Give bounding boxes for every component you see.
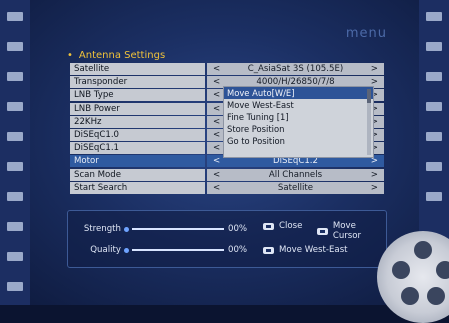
popup-item-fine-tuning[interactable]: Fine Tuning [1]: [224, 111, 373, 123]
help-move-west-east: Move West-East: [263, 245, 348, 255]
row-label: Transponder: [70, 76, 205, 89]
film-hole: [7, 282, 23, 291]
title-bullet-icon: •: [67, 50, 73, 61]
scrollbar-thumb[interactable]: [367, 89, 371, 103]
arrow-left-icon[interactable]: <: [213, 116, 220, 128]
strength-meter: Strength 00%: [76, 224, 247, 234]
reel-hole: [392, 261, 410, 279]
strength-bar: [132, 228, 224, 230]
row-value[interactable]: < C_AsiaSat 3S (105.5E) >: [207, 63, 384, 75]
arrow-key-icon: [317, 227, 328, 235]
help-move-cursor: Move Cursor: [317, 221, 386, 241]
arrow-left-icon[interactable]: <: [213, 63, 220, 75]
film-hole: [7, 42, 23, 51]
film-reel-icon: [377, 231, 449, 323]
motor-popup-menu: Move Auto[W/E] Move West-East Fine Tunin…: [223, 86, 374, 158]
page-title: • Antenna Settings: [67, 50, 165, 61]
help-close-text: Close: [279, 221, 303, 231]
arrow-left-icon[interactable]: <: [213, 103, 220, 115]
reel-hole: [414, 241, 432, 259]
row-value-text: All Channels: [268, 169, 323, 180]
reel-hole: [436, 261, 449, 279]
row-label: LNB Type: [70, 89, 205, 102]
film-hole: [426, 72, 442, 81]
quality-meter: Quality 00%: [76, 245, 247, 255]
row-label: Start Search: [70, 181, 205, 194]
settings-row-start-search[interactable]: Start Search < Satellite >: [70, 181, 384, 194]
film-hole: [7, 102, 23, 111]
film-hole: [7, 72, 23, 81]
row-value[interactable]: < All Channels >: [207, 168, 384, 181]
popup-item-store-position[interactable]: Store Position: [224, 123, 373, 135]
reel-hole: [427, 287, 445, 305]
quality-label: Quality: [90, 245, 121, 255]
film-hole: [7, 162, 23, 171]
strength-indicator-icon: [124, 226, 129, 232]
page-title-text: Antenna Settings: [78, 50, 166, 61]
film-hole: [7, 192, 23, 201]
tv-screen: menu • Antenna Settings Satellite < C_Asia…: [0, 0, 449, 323]
film-hole: [7, 222, 23, 231]
arrow-left-icon[interactable]: <: [213, 89, 220, 101]
quality-value: 00%: [228, 245, 248, 255]
arrow-right-icon[interactable]: >: [371, 182, 378, 194]
film-hole: [426, 132, 442, 141]
popup-item-move-auto[interactable]: Move Auto[W/E]: [224, 87, 373, 99]
settings-row-satellite[interactable]: Satellite < C_AsiaSat 3S (105.5E) >: [70, 63, 384, 75]
row-value-text: Satellite: [277, 182, 314, 193]
film-hole: [426, 42, 442, 51]
film-hole: [426, 192, 442, 201]
strength-label: Strength: [83, 224, 121, 234]
help-move-west-east-text: Move West-East: [279, 245, 348, 255]
film-hole: [7, 132, 23, 141]
status-panel: Strength 00% Quality 00% Close Move Curs…: [67, 210, 387, 268]
arrow-left-icon[interactable]: <: [213, 155, 220, 167]
arrow-left-icon[interactable]: <: [213, 142, 220, 154]
help-close: Close: [263, 221, 302, 231]
film-hole: [426, 102, 442, 111]
film-hole: [426, 12, 442, 21]
arrow-left-icon[interactable]: <: [213, 182, 220, 194]
exit-key-icon: [263, 222, 274, 230]
film-hole: [426, 162, 442, 171]
menu-logo: menu: [345, 26, 387, 41]
popup-item-move-west-east[interactable]: Move West-East: [224, 99, 373, 111]
film-hole: [7, 12, 23, 21]
popup-scrollbar[interactable]: [367, 89, 371, 155]
arrow-left-icon[interactable]: <: [213, 129, 220, 141]
row-label: LNB Power: [70, 102, 205, 115]
settings-row-scan-mode[interactable]: Scan Mode < All Channels >: [70, 168, 384, 181]
film-hole: [7, 252, 23, 261]
row-label: DiSEqC1.0: [70, 128, 205, 141]
arrow-right-icon[interactable]: >: [371, 63, 378, 75]
left-right-key-icon: [263, 246, 274, 254]
strength-value: 00%: [228, 224, 248, 234]
arrow-left-icon[interactable]: <: [213, 76, 220, 88]
row-label: DiSEqC1.1: [70, 142, 205, 155]
row-label: Satellite: [70, 63, 205, 75]
row-label: 22KHz: [70, 115, 205, 128]
row-value-text: C_AsiaSat 3S (105.5E): [247, 64, 344, 74]
arrow-left-icon[interactable]: <: [213, 169, 220, 181]
popup-item-go-to-position[interactable]: Go to Position: [224, 135, 373, 147]
row-value[interactable]: < Satellite >: [207, 181, 384, 194]
reel-hole: [401, 287, 419, 305]
help-move-cursor-text: Move Cursor: [332, 221, 362, 241]
quality-bar: [132, 249, 224, 251]
quality-indicator-icon: [124, 247, 129, 253]
row-label: Scan Mode: [70, 168, 205, 181]
row-label: Motor: [70, 155, 205, 168]
arrow-right-icon[interactable]: >: [371, 169, 378, 181]
film-strip-left: [0, 0, 30, 305]
